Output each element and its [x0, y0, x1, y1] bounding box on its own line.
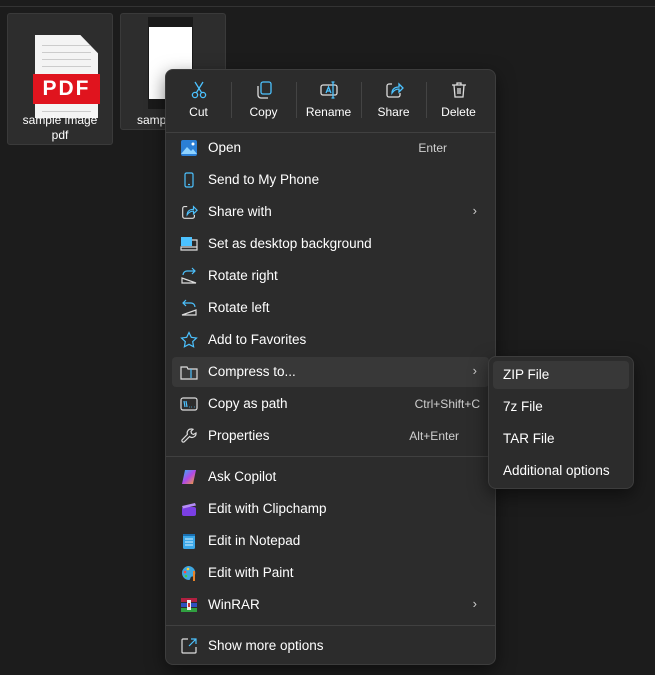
- copy-icon: [231, 80, 296, 100]
- copy-path-icon: [180, 395, 198, 413]
- menu-item-edit-in-notepad[interactable]: Edit in Notepad: [172, 526, 489, 556]
- share-icon: [180, 203, 198, 221]
- menu-item-ask-copilot[interactable]: Ask Copilot: [172, 462, 489, 492]
- menu-item-edit-with-paint[interactable]: Edit with Paint: [172, 558, 489, 588]
- paint-icon: [180, 564, 198, 582]
- cut-button[interactable]: Cut: [166, 70, 231, 132]
- menu-item-open[interactable]: Open Enter: [172, 133, 489, 163]
- delete-button[interactable]: Delete: [426, 70, 491, 132]
- clipchamp-icon: [180, 500, 198, 518]
- chevron-right-icon: ›: [472, 363, 477, 378]
- rename-button[interactable]: Rename: [296, 70, 361, 132]
- copilot-icon: [180, 468, 198, 486]
- scissors-icon: [166, 80, 231, 100]
- menu-item-rotate-left[interactable]: Rotate left: [172, 293, 489, 323]
- context-menu: Cut Copy Rename Share Delete Open Enter …: [165, 69, 496, 665]
- menu-item-set-desktop-background[interactable]: Set as desktop background: [172, 229, 489, 259]
- rotate-right-icon: [180, 267, 198, 285]
- zip-folder-icon: [180, 363, 198, 381]
- notepad-icon: [180, 532, 198, 550]
- submenu-item-additional-options[interactable]: Additional options: [493, 457, 629, 485]
- star-icon: [180, 331, 198, 349]
- chevron-right-icon: ›: [472, 203, 477, 218]
- share-icon: [361, 80, 426, 100]
- phone-icon: [180, 171, 198, 189]
- rename-icon: [296, 80, 361, 100]
- rotate-left-icon: [180, 299, 198, 317]
- menu-item-copy-as-path[interactable]: Copy as path Ctrl+Shift+C: [172, 389, 489, 419]
- menu-item-properties[interactable]: Properties Alt+Enter: [172, 421, 489, 451]
- menu-item-rotate-right[interactable]: Rotate right: [172, 261, 489, 291]
- submenu-item-zip-file[interactable]: ZIP File: [493, 361, 629, 389]
- menu-item-compress-to[interactable]: Compress to... ›: [172, 357, 489, 387]
- submenu-item-7z-file[interactable]: 7z File: [493, 393, 629, 421]
- toolbar-divider: [0, 6, 655, 7]
- menu-item-share-with[interactable]: Share with ›: [172, 197, 489, 227]
- chevron-right-icon: ›: [472, 596, 477, 611]
- menu-item-winrar[interactable]: WinRAR ›: [172, 590, 489, 620]
- share-button[interactable]: Share: [361, 70, 426, 132]
- submenu-item-tar-file[interactable]: TAR File: [493, 425, 629, 453]
- compress-submenu: ZIP File 7z File TAR File Additional opt…: [488, 356, 634, 489]
- photos-icon: [180, 139, 198, 157]
- menu-item-show-more-options[interactable]: Show more options: [172, 631, 489, 661]
- menu-item-add-to-favorites[interactable]: Add to Favorites: [172, 325, 489, 355]
- copy-button[interactable]: Copy: [231, 70, 296, 132]
- winrar-icon: [180, 596, 198, 614]
- trash-icon: [426, 80, 491, 100]
- file-tile-sample-image-pdf[interactable]: PDF sample image pdf: [7, 13, 113, 145]
- desktop-background-icon: [180, 235, 198, 253]
- menu-item-edit-with-clipchamp[interactable]: Edit with Clipchamp: [172, 494, 489, 524]
- show-more-options-icon: [180, 637, 198, 655]
- menu-item-send-to-phone[interactable]: Send to My Phone: [172, 165, 489, 195]
- file-name: sample image pdf: [22, 113, 98, 142]
- pdf-badge: PDF: [33, 74, 100, 104]
- wrench-icon: [180, 427, 198, 445]
